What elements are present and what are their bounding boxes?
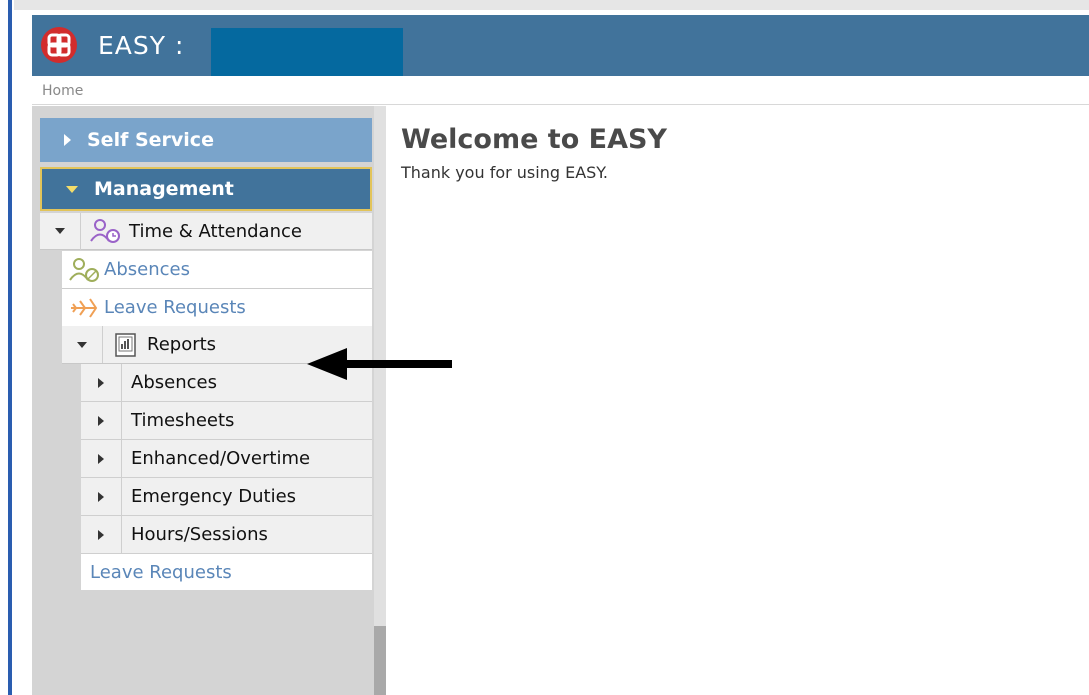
breadcrumb-bar (32, 76, 1089, 105)
sidebar-scrollbar[interactable] (374, 106, 386, 695)
easy-logo-icon (41, 27, 77, 63)
chevron-right-icon (64, 134, 71, 146)
tree-item-label: Time & Attendance (129, 220, 302, 242)
report-item-emergency-duties[interactable]: Emergency Duties (81, 478, 372, 516)
app-title: EASY : (98, 31, 185, 60)
report-item-label: Timesheets (131, 410, 235, 431)
page-subtitle: Thank you for using EASY. (401, 163, 608, 182)
app-header (32, 15, 1089, 76)
expand-toggle[interactable] (40, 228, 80, 234)
nav-link-absences[interactable]: Absences (62, 251, 372, 289)
accordion-management[interactable]: Management (40, 167, 372, 211)
report-item-timesheets[interactable]: Timesheets (81, 402, 372, 440)
nav-link-label: Leave Requests (90, 561, 232, 583)
chevron-down-icon (77, 341, 87, 348)
chevron-down-icon (55, 228, 65, 234)
tree-item-time-attendance[interactable]: Time & Attendance (40, 212, 372, 250)
nav-link-leave-requests-2[interactable]: Leave Requests (81, 554, 372, 590)
page-title: Welcome to EASY (401, 124, 667, 155)
nav-link-label: Leave Requests (104, 297, 246, 318)
report-item-label: Hours/Sessions (131, 524, 268, 545)
report-item-label: Emergency Duties (131, 486, 297, 507)
plane-icon (71, 297, 98, 318)
chevron-right-icon (98, 453, 104, 464)
report-item-label: Absences (131, 372, 217, 393)
window-edge (0, 0, 12, 695)
accordion-label: Management (94, 178, 234, 200)
annotation-arrow-icon (307, 348, 452, 380)
tree-item-label: Reports (147, 334, 217, 355)
expand-toggle[interactable] (62, 341, 102, 348)
breadcrumb-home[interactable]: Home (42, 83, 83, 99)
top-band (14, 0, 1089, 10)
report-item-enhanced-overtime[interactable]: Enhanced/Overtime (81, 440, 372, 478)
chevron-right-icon (98, 529, 104, 540)
report-item-hours-sessions[interactable]: Hours/Sessions (81, 516, 372, 554)
people-absent-icon (69, 257, 99, 282)
chevron-right-icon (98, 377, 104, 388)
nav-link-label: Absences (104, 259, 190, 280)
redacted-block (211, 28, 403, 76)
report-icon (115, 332, 136, 357)
people-clock-icon (90, 219, 120, 243)
accordion-label: Self Service (87, 129, 214, 151)
accordion-self-service[interactable]: Self Service (40, 118, 372, 162)
nav-link-leave-requests[interactable]: Leave Requests (62, 289, 372, 327)
report-item-label: Enhanced/Overtime (131, 448, 311, 469)
chevron-right-icon (98, 415, 104, 426)
chevron-right-icon (98, 491, 104, 502)
scrollbar-thumb[interactable] (374, 626, 386, 695)
chevron-down-icon (66, 185, 78, 193)
